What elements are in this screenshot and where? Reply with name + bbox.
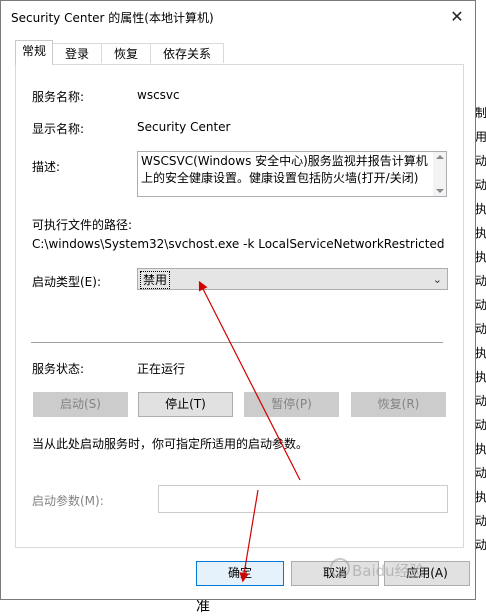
close-icon[interactable]: ✕ xyxy=(443,3,471,29)
background-fragment-right: 动 xyxy=(475,394,486,408)
display-name-label: 显示名称: xyxy=(32,122,85,136)
chevron-down-icon: ⌄ xyxy=(432,273,442,286)
tab-recovery[interactable]: 恢复 xyxy=(101,43,151,63)
background-fragment-right: 执 xyxy=(475,202,486,216)
service-name-value: wscsvc xyxy=(137,88,180,102)
background-fragment-right: 动 xyxy=(475,154,486,168)
watermark: Baidu经验 xyxy=(352,562,425,580)
background-fragment-right: 执 xyxy=(475,250,486,264)
background-fragment-right: 动 xyxy=(475,418,486,432)
background-fragment-right: 执 xyxy=(475,346,486,360)
service-name-label: 服务名称: xyxy=(32,90,85,104)
scroll-up-icon[interactable] xyxy=(436,155,444,159)
start-service-button[interactable]: 启动(S) xyxy=(33,392,128,417)
background-fragment-right: 执 xyxy=(475,442,486,456)
startup-type-dropdown[interactable]: 禁用 ⌄ xyxy=(137,268,448,290)
background-fragment-right: 执 xyxy=(475,370,486,384)
divider xyxy=(31,342,443,343)
background-fragment-right: 制 xyxy=(475,106,486,120)
background-fragment-right: 动 xyxy=(475,274,486,288)
exe-path-value: C:\windows\System32\svchost.exe -k Local… xyxy=(32,237,445,251)
background-fragment-right: 动 xyxy=(475,514,486,528)
window-title: Security Center 的属性(本地计算机) xyxy=(11,11,214,25)
tab-dependencies[interactable]: 依存关系 xyxy=(150,43,224,63)
service-properties-dialog: Security Center 的属性(本地计算机) ✕ 常规 登录 恢复 依存… xyxy=(0,0,476,600)
description-textbox[interactable]: WSCSVC(Windows 安全中心)服务监视并报告计算机 上的安全健康设置。… xyxy=(137,151,447,197)
background-fragment-right: 动 xyxy=(475,538,486,552)
startup-type-selected: 禁用 xyxy=(140,271,171,289)
scroll-down-icon[interactable] xyxy=(436,189,444,193)
background-fragment-right: 用 xyxy=(475,130,486,144)
description-label: 描述: xyxy=(32,160,61,174)
tab-general[interactable]: 常规 xyxy=(15,40,53,65)
exe-path-label: 可执行文件的路径: xyxy=(32,218,133,232)
baidu-paw-icon xyxy=(330,558,350,578)
display-name-value[interactable]: Security Center xyxy=(137,120,230,134)
title-bar[interactable]: Security Center 的属性(本地计算机) ✕ xyxy=(1,1,475,32)
service-status-value: 正在运行 xyxy=(137,362,186,376)
description-line-1: WSCSVC(Windows 安全中心)服务监视并报告计算机 xyxy=(141,154,428,168)
description-scrollbar[interactable] xyxy=(433,152,446,196)
pause-service-button[interactable]: 暂停(P) xyxy=(244,392,339,417)
background-fragment-right: 执 xyxy=(475,226,486,240)
startup-type-label: 启动类型(E): xyxy=(32,275,101,289)
ok-button[interactable]: 确定 xyxy=(196,561,284,586)
service-status-label: 服务状态: xyxy=(32,362,85,376)
resume-service-button[interactable]: 恢复(R) xyxy=(351,392,446,417)
start-params-input[interactable] xyxy=(158,485,448,513)
start-params-label: 启动参数(M): xyxy=(32,494,104,508)
start-params-hint: 当从此处启动服务时，你可指定所适用的启动参数。 xyxy=(32,437,309,451)
stop-service-button[interactable]: 停止(T) xyxy=(138,392,233,417)
background-fragment-right: 动 xyxy=(475,466,486,480)
background-fragment-right: 动 xyxy=(475,178,486,192)
background-fragment-right: 执 xyxy=(475,490,486,504)
description-line-2: 上的安全健康设置。健康设置包括防火墙(打开/关闭) xyxy=(141,171,419,185)
background-fragment-right: 动 xyxy=(475,298,486,312)
background-fragment-right: 动 xyxy=(475,322,486,336)
tab-logon[interactable]: 登录 xyxy=(52,43,102,63)
